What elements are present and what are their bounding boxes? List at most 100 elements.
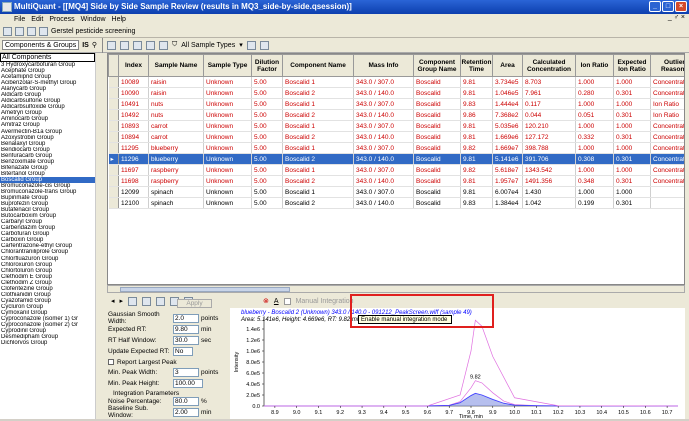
table-row[interactable]: 10894 carrot Unknown 5.00 Boscalid 2 343.0 / … [108,131,684,143]
table-cell[interactable]: 1.042 [522,197,576,209]
table-row[interactable]: ▸ 11296 blueberry Unknown 5.00 Boscalid 2 343.… [108,153,684,165]
table-cell[interactable]: 12100 [118,197,149,209]
table-cell[interactable]: 0.280 [575,87,614,99]
table-cell[interactable]: 5.00 [251,197,283,209]
update-rt-select[interactable] [173,346,193,356]
baseline-icon[interactable]: A [274,298,279,305]
table-cell[interactable]: 343.0 / 307.0 [353,120,414,132]
layout2-icon[interactable] [159,40,168,50]
search-icon[interactable] [156,296,166,306]
table-cell[interactable]: 5.00 [251,98,283,110]
table-cell[interactable]: Boscalid [413,153,461,165]
table-cell[interactable]: Unknown [203,153,252,165]
table-cell[interactable]: 1.384e4 [492,197,523,209]
table-cell[interactable] [650,186,684,198]
table-cell[interactable]: 7.368e2 [492,109,523,121]
table-cell[interactable]: 5.00 [251,186,283,198]
table-cell[interactable]: 0.301 [613,197,651,209]
table-cell[interactable]: 343.0 / 140.0 [353,153,414,165]
table-cell[interactable]: Boscalid 2 [282,87,354,99]
table-cell[interactable]: Concentration [650,120,684,132]
table-cell[interactable]: 11295 [118,142,149,154]
table-cell[interactable]: 9.82 [460,164,493,176]
table-cell[interactable]: 5.00 [251,120,283,132]
table-cell[interactable]: 5.00 [251,87,283,99]
table-cell[interactable]: 0.348 [575,175,614,187]
table-row[interactable]: 10090 raisin Unknown 5.00 Boscalid 2 343.0 / … [108,87,684,99]
table-cell[interactable]: raisin [148,76,204,88]
table-cell[interactable]: nuts [148,98,204,110]
chevron-down-icon[interactable]: ▾ [239,41,243,49]
table-cell[interactable]: 343.0 / 307.0 [353,76,414,88]
table-cell[interactable]: Boscalid 2 [282,197,354,209]
table-cell[interactable]: 10492 [118,109,149,121]
table-cell[interactable]: 1.000 [575,186,614,198]
table-cell[interactable]: Boscalid [413,186,461,198]
table-cell[interactable]: Unknown [203,142,252,154]
table-cell[interactable]: Unknown [203,87,252,99]
table-cell[interactable]: 5.00 [251,131,283,143]
menu-process[interactable]: Process [49,16,74,23]
table-cell[interactable]: Boscalid 1 [282,76,354,88]
table-cell[interactable]: Unknown [203,186,252,198]
table-cell[interactable]: 8.703 [522,76,576,88]
table-cell[interactable]: 9.83 [460,98,493,110]
table-cell[interactable]: 0.301 [613,87,651,99]
row-header[interactable] [108,120,119,132]
menu-window[interactable]: Window [81,16,106,23]
table-cell[interactable]: 1.000 [613,98,651,110]
table-cell[interactable]: Ion Ratio [650,98,684,110]
table-cell[interactable]: Boscalid 1 [282,164,354,176]
row-header[interactable] [108,186,119,198]
table-cell[interactable]: Unknown [203,76,252,88]
table-cell[interactable]: 9.82 [460,142,493,154]
components-groups-dropdown[interactable]: Components & Groups [2,40,80,50]
table-cell[interactable]: 1.669e7 [492,142,523,154]
zoom-fit-icon[interactable] [142,296,152,306]
table-cell[interactable]: 5.141e6 [492,153,523,165]
table-cell[interactable]: 0.117 [522,98,576,110]
table-cell[interactable]: Unknown [203,175,252,187]
table-cell[interactable]: 5.618e7 [492,164,523,176]
component-list-scrollbar[interactable] [95,53,103,419]
table-cell[interactable]: blueberry [148,153,204,165]
table-cell[interactable]: 391.706 [522,153,576,165]
table-cell[interactable]: Concentration [650,87,684,99]
row-header[interactable] [108,197,119,209]
grid-icon[interactable] [107,40,116,50]
row-header[interactable]: ▸ [108,153,119,165]
column-header[interactable]: Sample Name [148,54,204,77]
table-cell[interactable]: 343.0 / 140.0 [353,87,414,99]
table-row[interactable]: 12100 spinach Unknown 5.00 Boscalid 2 343.0 /… [108,197,684,209]
table-cell[interactable]: Unknown [203,109,252,121]
table-cell[interactable]: 1.000 [575,76,614,88]
column-header[interactable]: Index [118,54,149,77]
row-header[interactable] [108,87,119,99]
table-cell[interactable]: Boscalid 2 [282,131,354,143]
table-cell[interactable]: raisin [148,87,204,99]
table-cell[interactable]: 5.00 [251,175,283,187]
table-cell[interactable]: raspberry [148,164,204,176]
table-cell[interactable]: spinach [148,186,204,198]
row-header[interactable] [108,98,119,110]
table-cell[interactable]: Boscalid 2 [282,175,354,187]
table-cell[interactable]: 9.83 [460,197,493,209]
table-cell[interactable]: 9.81 [460,131,493,143]
close-button[interactable]: × [675,1,687,12]
column-header[interactable]: Ion Ratio [575,54,614,77]
table-cell[interactable]: 1.000 [613,120,651,132]
zoom-icon[interactable] [128,296,138,306]
table-cell[interactable]: 12099 [118,186,149,198]
column-header[interactable]: Outlier Reasons [650,54,684,77]
table-cell[interactable]: 7.961 [522,87,576,99]
table-cell[interactable]: Boscalid [413,131,461,143]
maximize-button[interactable]: □ [662,1,674,12]
report-largest-checkbox[interactable] [108,359,114,365]
table-cell[interactable]: 10089 [118,76,149,88]
rt-half-input[interactable] [173,335,199,345]
column-header[interactable]: Area [492,54,523,77]
table-cell[interactable]: Boscalid 1 [282,142,354,154]
table-cell[interactable]: Concentration [650,153,684,165]
flag-icon[interactable] [246,40,256,50]
table-cell[interactable]: raspberry [148,175,204,187]
